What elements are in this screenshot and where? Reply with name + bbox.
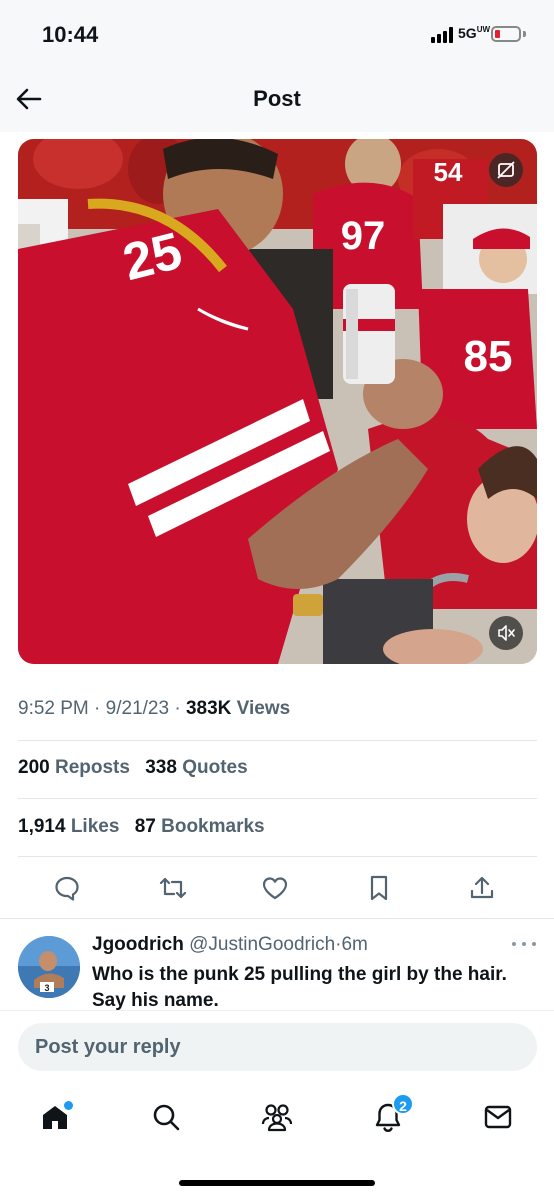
likes-label: Likes [70,816,120,837]
divider [0,918,554,919]
network-label: 5GUW [458,25,491,41]
status-bar: 10:44 5GUW [0,0,554,70]
status-time: 10:44 [42,22,99,47]
reposts-count: 200 [18,757,50,778]
reposts-stat[interactable]: 200 Reposts [18,757,130,778]
no-animation-icon [497,161,515,179]
divider [18,856,537,857]
views-label: Views [236,698,291,719]
speaker-muted-icon [498,625,515,641]
notifications-badge: 2 [392,1093,414,1115]
share-button[interactable] [464,870,500,906]
views-count: 383K [185,698,232,719]
likes-stat[interactable]: 1,914 Likes [18,816,119,837]
tab-communities[interactable] [255,1095,299,1139]
signal-icon [431,27,455,43]
reply-text: Who is the punk 25 pulling the girl by t… [92,964,507,1011]
bookmarks-count: 87 [134,816,156,837]
repost-stats: 200 Reposts 338 Quotes [18,757,258,779]
messages-icon [484,1105,512,1129]
bookmarks-stat[interactable]: 87 Bookmarks [135,816,265,837]
more-options-button[interactable] [512,936,536,952]
no-gif-toggle-button[interactable] [489,153,523,187]
meta-separator: · [94,698,101,719]
header: Post [0,70,554,132]
avatar[interactable]: 3 [18,936,80,998]
bookmark-icon [370,875,388,901]
avatar-sign-text: 3 [44,983,49,993]
likes-count: 1,914 [18,816,66,837]
reply-timestamp: 6m [341,934,368,955]
page-title: Post [253,86,301,111]
reply-author-handle[interactable]: @JustinGoodrich [189,934,335,955]
reply-header: Jgoodrich @JustinGoodrich·6m [92,934,368,956]
quotes-label: Quotes [182,757,248,778]
reply-button[interactable] [49,870,85,906]
like-stats: 1,914 Likes 87 Bookmarks [18,816,275,838]
avatar-image: 3 [18,936,80,998]
post-media-video[interactable]: 97 54 85 25 [18,139,537,664]
video-frame: 97 54 85 25 [18,139,537,664]
meta-separator: · [174,698,181,719]
reply-icon [55,876,79,901]
post-meta: 9:52 PM · 9/21/23 · 383K Views [18,698,290,720]
post-actions [0,870,554,906]
battery-tip [523,31,526,37]
tab-messages[interactable] [476,1095,520,1139]
repost-button[interactable] [155,870,191,906]
reply-input[interactable] [18,1023,537,1071]
bookmark-button[interactable] [361,870,397,906]
battery-icon [491,26,521,42]
home-unread-dot [64,1101,73,1110]
jersey-number-54: 54 [434,157,463,187]
quotes-stat[interactable]: 338 Quotes [145,757,247,778]
repost-icon [159,877,187,899]
post-time: 9:52 PM [18,698,89,719]
divider [18,740,537,741]
reposts-label: Reposts [54,757,130,778]
like-button[interactable] [257,870,293,906]
like-icon [262,877,288,900]
jersey-number-97: 97 [341,214,386,258]
quotes-count: 338 [145,757,177,778]
mute-button[interactable] [489,616,523,650]
tab-home[interactable] [33,1095,77,1139]
communities-icon [261,1104,293,1132]
jersey-number-85: 85 [464,332,513,381]
reply-author-name[interactable]: Jgoodrich [92,934,184,955]
tab-notifications[interactable]: 2 [366,1093,414,1139]
post-date: 9/21/23 [105,698,170,719]
tab-bar: 2 [0,1093,554,1145]
bookmarks-label: Bookmarks [161,816,265,837]
tab-search[interactable] [144,1095,188,1139]
share-icon [470,876,494,899]
reply-item[interactable]: 3 Jgoodrich @JustinGoodrich·6m Who is th… [0,930,554,1011]
divider [18,798,537,799]
search-icon [153,1104,180,1131]
home-indicator[interactable] [179,1180,375,1186]
